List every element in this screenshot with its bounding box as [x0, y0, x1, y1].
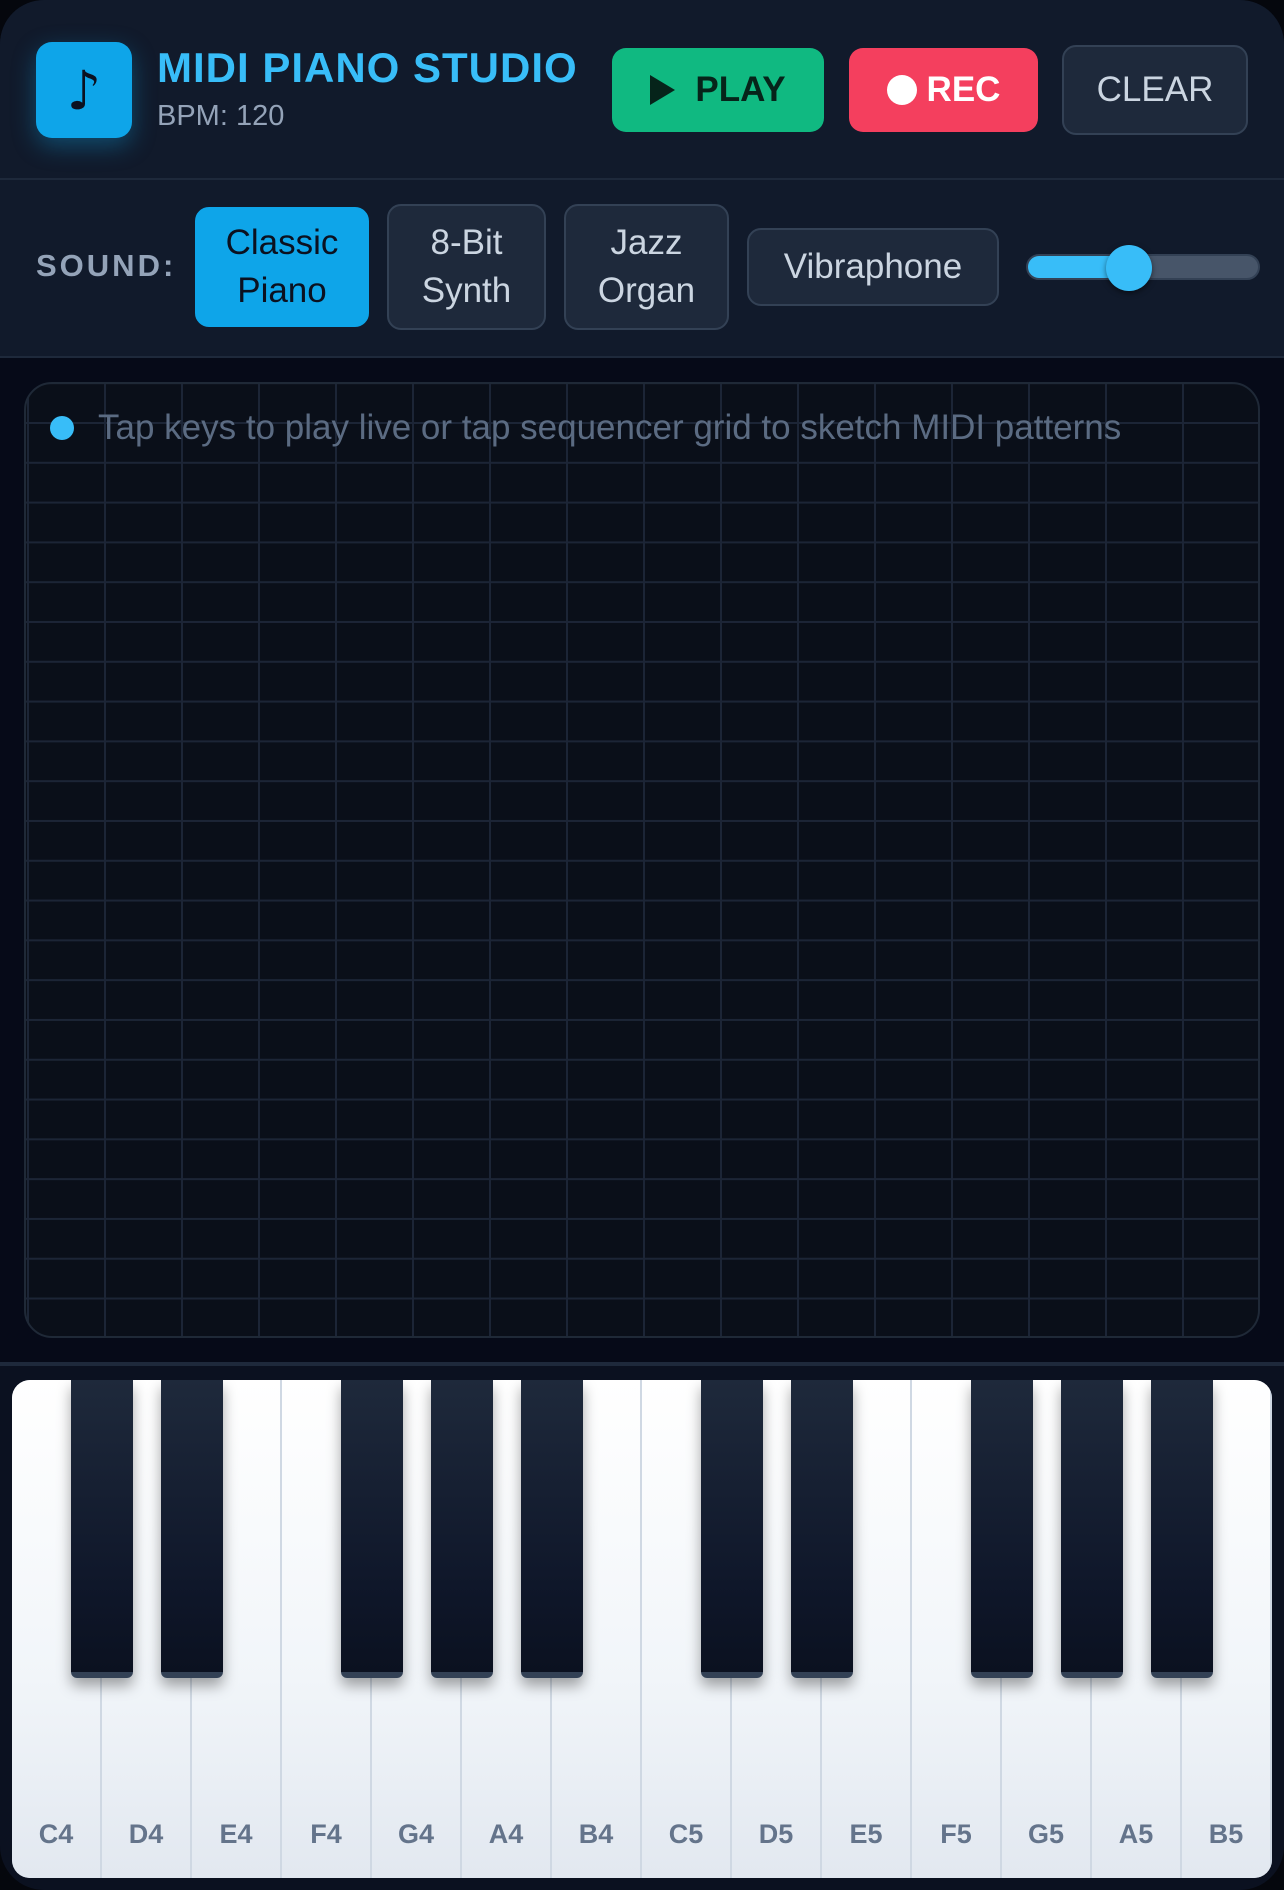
- key-label: A5: [1118, 1819, 1154, 1849]
- black-key-c-sharp-5[interactable]: [701, 1380, 763, 1678]
- clear-button[interactable]: CLEAR: [1062, 45, 1248, 135]
- clear-label: CLEAR: [1096, 70, 1214, 109]
- record-icon: [886, 75, 917, 105]
- play-button[interactable]: PLAY: [612, 48, 824, 132]
- key-label: G5: [1027, 1819, 1065, 1849]
- header: ♪ MIDI PIANO STUDIO BPM: 120 PLAY REC CL…: [0, 0, 1284, 180]
- key-label: F5: [940, 1819, 972, 1849]
- sound-label: SOUND:: [36, 248, 177, 283]
- preset-label-line2: Organ: [597, 271, 696, 310]
- volume-slider[interactable]: [1026, 245, 1260, 291]
- volume-slider-thumb[interactable]: [1106, 245, 1153, 291]
- record-button[interactable]: REC: [849, 48, 1038, 132]
- black-key-f-sharp-4[interactable]: [341, 1380, 403, 1678]
- key-label: C4: [38, 1819, 74, 1849]
- key-label: C5: [668, 1819, 704, 1849]
- black-key-f-sharp-5[interactable]: [971, 1380, 1033, 1678]
- black-key-a-sharp-4[interactable]: [521, 1380, 583, 1678]
- record-label: REC: [926, 70, 1001, 109]
- key-label: D5: [758, 1819, 794, 1849]
- app-window: ♪ MIDI PIANO STUDIO BPM: 120 PLAY REC CL…: [0, 0, 1284, 1890]
- sequencer-hint: Tap keys to play live or tap sequencer g…: [50, 408, 1121, 448]
- preset-label-line1: Classic: [225, 223, 339, 262]
- play-label: PLAY: [695, 70, 786, 109]
- sound-selector-bar: SOUND: Classic Piano 8-Bit Synth Jazz Or…: [0, 180, 1284, 358]
- bpm-readout: BPM: 120: [157, 100, 285, 132]
- black-key-d-sharp-4[interactable]: [161, 1380, 223, 1678]
- key-label: B5: [1208, 1819, 1244, 1849]
- music-note-icon: ♪: [36, 42, 132, 138]
- sequencer-hint-text: Tap keys to play live or tap sequencer g…: [98, 408, 1122, 447]
- black-key-d-sharp-5[interactable]: [791, 1380, 853, 1678]
- preset-label-line2: Piano: [237, 271, 327, 310]
- preset-8-bit-synth[interactable]: 8-Bit Synth: [387, 204, 546, 330]
- black-key-c-sharp-4[interactable]: [71, 1380, 133, 1678]
- piano-keyboard: C4 D4 E4 F4 G4 A4 B4 C5 D5 E5 F5 G5 A5 B5: [12, 1380, 1272, 1878]
- play-icon: [650, 75, 676, 105]
- key-label: B4: [578, 1819, 614, 1849]
- sequencer-area: Tap keys to play live or tap sequencer g…: [0, 358, 1284, 1362]
- app-title: MIDI PIANO STUDIO: [157, 44, 578, 91]
- key-label: E5: [849, 1819, 883, 1849]
- black-key-a-sharp-5[interactable]: [1151, 1380, 1213, 1678]
- key-label: G4: [397, 1819, 435, 1849]
- preset-label-line2: Synth: [421, 271, 512, 310]
- preset-jazz-organ[interactable]: Jazz Organ: [564, 204, 729, 330]
- status-dot-icon: [50, 416, 74, 440]
- key-label: D4: [128, 1819, 164, 1849]
- preset-label-line1: 8-Bit: [430, 223, 503, 262]
- sequencer-grid[interactable]: Tap keys to play live or tap sequencer g…: [24, 382, 1260, 1338]
- key-label: E4: [219, 1819, 253, 1849]
- key-label: F4: [310, 1819, 342, 1849]
- black-key-g-sharp-4[interactable]: [431, 1380, 493, 1678]
- divider: [0, 1362, 1284, 1366]
- key-label: A4: [488, 1819, 524, 1849]
- preset-label: Vibraphone: [783, 247, 963, 286]
- preset-classic-piano[interactable]: Classic Piano: [195, 207, 369, 327]
- black-key-g-sharp-5[interactable]: [1061, 1380, 1123, 1678]
- preset-vibraphone[interactable]: Vibraphone: [747, 228, 999, 306]
- preset-label-line1: Jazz: [610, 223, 683, 262]
